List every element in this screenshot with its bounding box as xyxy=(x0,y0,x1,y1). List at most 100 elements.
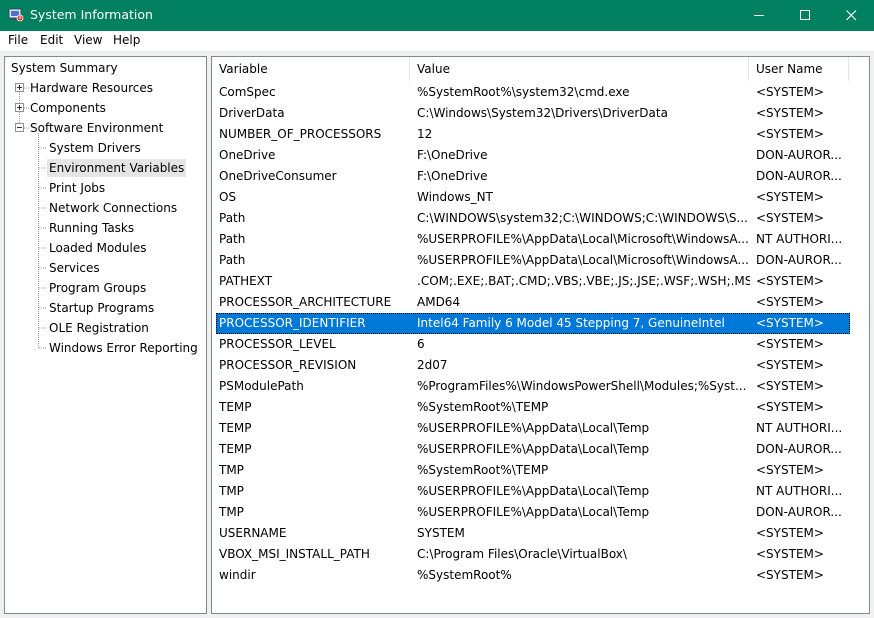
user-name-cell: DON-AUROR... xyxy=(756,253,842,267)
table-row[interactable]: PROCESSOR_REVISION 2d07 <SYSTEM> xyxy=(216,355,850,376)
user-name-cell: <SYSTEM> xyxy=(756,295,824,309)
variable-cell: Path xyxy=(219,253,246,267)
menu-help[interactable]: Help xyxy=(113,33,140,47)
value-cell: C:\Windows\System32\Drivers\DriverData xyxy=(417,106,668,120)
value-cell: 12 xyxy=(417,127,433,141)
column-header-variable[interactable]: Variable xyxy=(212,57,410,81)
value-cell: C:\WINDOWS\system32;C:\WINDOWS;C:\WINDOW… xyxy=(417,211,748,225)
table-row[interactable]: Path C:\WINDOWS\system32;C:\WINDOWS;C:\WI… xyxy=(216,208,850,229)
tree-item-running-tasks[interactable]: Running Tasks xyxy=(47,219,136,237)
table-row[interactable]: VBOX_MSI_INSTALL_PATH C:\Program Files\Or… xyxy=(216,544,850,565)
variable-cell: OneDrive xyxy=(219,148,276,162)
menu-bar: File Edit View Help xyxy=(0,31,874,51)
details-list[interactable]: Variable Value User Name ComSpec %SystemR… xyxy=(211,56,870,614)
table-row[interactable]: PROCESSOR_ARCHITECTURE AMD64 <SYSTEM> xyxy=(216,292,850,313)
variable-cell: PROCESSOR_LEVEL xyxy=(219,337,336,351)
variable-cell: TMP xyxy=(219,505,244,519)
value-cell: Intel64 Family 6 Model 45 Stepping 7, Ge… xyxy=(417,316,725,330)
user-name-cell: <SYSTEM> xyxy=(756,211,824,225)
table-row[interactable]: windir %SystemRoot% <SYSTEM> xyxy=(216,565,850,586)
user-name-cell: DON-AUROR... xyxy=(756,148,842,162)
table-row[interactable]: TEMP %SystemRoot%\TEMP <SYSTEM> xyxy=(216,397,850,418)
value-cell: 6 xyxy=(417,337,425,351)
table-row[interactable]: DriverData C:\Windows\System32\Drivers\Dr… xyxy=(216,103,850,124)
column-header-row: Variable Value User Name xyxy=(212,57,869,81)
table-row[interactable]: TMP %USERPROFILE%\AppData\Local\Temp DON-A… xyxy=(216,502,850,523)
tree-item-program-groups[interactable]: Program Groups xyxy=(47,279,148,297)
value-cell: %USERPROFILE%\AppData\Local\Microsoft\Wi… xyxy=(417,253,749,267)
system-information-icon xyxy=(8,7,24,23)
system-information-window: System Information File Edit View Help S… xyxy=(0,0,874,618)
tree-item-print-jobs[interactable]: Print Jobs xyxy=(47,179,107,197)
variable-cell: TEMP xyxy=(219,400,252,414)
minimize-button[interactable] xyxy=(736,0,782,31)
menu-view[interactable]: View xyxy=(74,33,102,47)
table-row[interactable]: Path %USERPROFILE%\AppData\Local\Microsof… xyxy=(216,229,850,250)
variable-cell: NUMBER_OF_PROCESSORS xyxy=(219,127,382,141)
user-name-cell: <SYSTEM> xyxy=(756,568,824,582)
value-cell: F:\OneDrive xyxy=(417,148,488,162)
tree-item-environment-variables[interactable]: Environment Variables xyxy=(47,159,187,177)
category-tree[interactable]: System Summary Hardware Resources Compon… xyxy=(4,56,207,614)
close-button[interactable] xyxy=(828,0,874,31)
tree-item-startup-programs[interactable]: Startup Programs xyxy=(47,299,156,317)
user-name-cell: <SYSTEM> xyxy=(756,463,824,477)
table-row[interactable]: PATHEXT .COM;.EXE;.BAT;.CMD;.VBS;.VBE;.JS… xyxy=(216,271,850,292)
column-header-user-name[interactable]: User Name xyxy=(749,57,849,81)
variable-cell: USERNAME xyxy=(219,526,287,540)
minimize-icon xyxy=(754,15,764,16)
menu-edit[interactable]: Edit xyxy=(40,33,63,47)
expand-components-icon[interactable] xyxy=(15,103,24,112)
table-row[interactable]: PROCESSOR_LEVEL 6 <SYSTEM> xyxy=(216,334,850,355)
column-header-value[interactable]: Value xyxy=(410,57,749,81)
variable-cell: PROCESSOR_ARCHITECTURE xyxy=(219,295,392,309)
variable-cell: PATHEXT xyxy=(219,274,273,288)
table-row[interactable]: PSModulePath %ProgramFiles%\WindowsPowerS… xyxy=(216,376,850,397)
tree-item-services[interactable]: Services xyxy=(47,259,102,277)
maximize-button[interactable] xyxy=(782,0,828,31)
maximize-icon xyxy=(800,10,810,20)
value-cell: %USERPROFILE%\AppData\Local\Temp xyxy=(417,421,650,435)
title-bar[interactable]: System Information xyxy=(0,0,874,31)
variable-cell: Path xyxy=(219,211,246,225)
variable-cell: OS xyxy=(219,190,237,204)
tree-item-network-connections[interactable]: Network Connections xyxy=(47,199,179,217)
user-name-cell: <SYSTEM> xyxy=(756,358,824,372)
tree-item-software-environment[interactable]: Software Environment xyxy=(28,119,165,137)
table-row[interactable]: TMP %SystemRoot%\TEMP <SYSTEM> xyxy=(216,460,850,481)
expand-hardware-resources-icon[interactable] xyxy=(15,83,24,92)
table-row[interactable]: TEMP %USERPROFILE%\AppData\Local\Temp NT A… xyxy=(216,418,850,439)
user-name-cell: NT AUTHORI... xyxy=(756,232,843,246)
collapse-software-environment-icon[interactable] xyxy=(15,123,24,132)
table-row[interactable]: USERNAME SYSTEM <SYSTEM> xyxy=(216,523,850,544)
table-row[interactable]: OneDrive F:\OneDrive DON-AUROR... xyxy=(216,145,850,166)
table-row[interactable]: OS Windows_NT <SYSTEM> xyxy=(216,187,850,208)
menu-file[interactable]: File xyxy=(8,33,28,47)
value-cell: Windows_NT xyxy=(417,190,493,204)
value-cell: F:\OneDrive xyxy=(417,169,488,183)
variable-cell: Path xyxy=(219,232,246,246)
tree-item-loaded-modules[interactable]: Loaded Modules xyxy=(47,239,149,257)
table-row[interactable]: OneDriveConsumer F:\OneDrive DON-AUROR... xyxy=(216,166,850,187)
tree-item-ole-registration[interactable]: OLE Registration xyxy=(47,319,151,337)
table-row[interactable]: Path %USERPROFILE%\AppData\Local\Microsof… xyxy=(216,250,850,271)
tree-item-system-drivers[interactable]: System Drivers xyxy=(47,139,143,157)
variable-cell: VBOX_MSI_INSTALL_PATH xyxy=(219,547,370,561)
tree-item-hardware-resources[interactable]: Hardware Resources xyxy=(28,79,155,97)
table-row[interactable]: TEMP %USERPROFILE%\AppData\Local\Temp DON-… xyxy=(216,439,850,460)
table-row[interactable]: PROCESSOR_IDENTIFIER Intel64 Family 6 Mod… xyxy=(216,313,850,334)
variable-cell: DriverData xyxy=(219,106,285,120)
tree-item-system-summary[interactable]: System Summary xyxy=(9,59,120,77)
user-name-cell: <SYSTEM> xyxy=(756,337,824,351)
table-row[interactable]: TMP %USERPROFILE%\AppData\Local\Temp NT AU… xyxy=(216,481,850,502)
tree-item-windows-error-reporting[interactable]: Windows Error Reporting xyxy=(47,339,200,357)
table-row[interactable]: ComSpec %SystemRoot%\system32\cmd.exe <SYS… xyxy=(216,82,850,103)
user-name-cell: <SYSTEM> xyxy=(756,85,824,99)
user-name-cell: NT AUTHORI... xyxy=(756,421,843,435)
variable-cell: TMP xyxy=(219,463,244,477)
value-cell: %USERPROFILE%\AppData\Local\Temp xyxy=(417,484,650,498)
table-row[interactable]: NUMBER_OF_PROCESSORS 12 <SYSTEM> xyxy=(216,124,850,145)
tree-item-components[interactable]: Components xyxy=(28,99,108,117)
user-name-cell: <SYSTEM> xyxy=(756,400,824,414)
value-cell: C:\Program Files\Oracle\VirtualBox\ xyxy=(417,547,627,561)
